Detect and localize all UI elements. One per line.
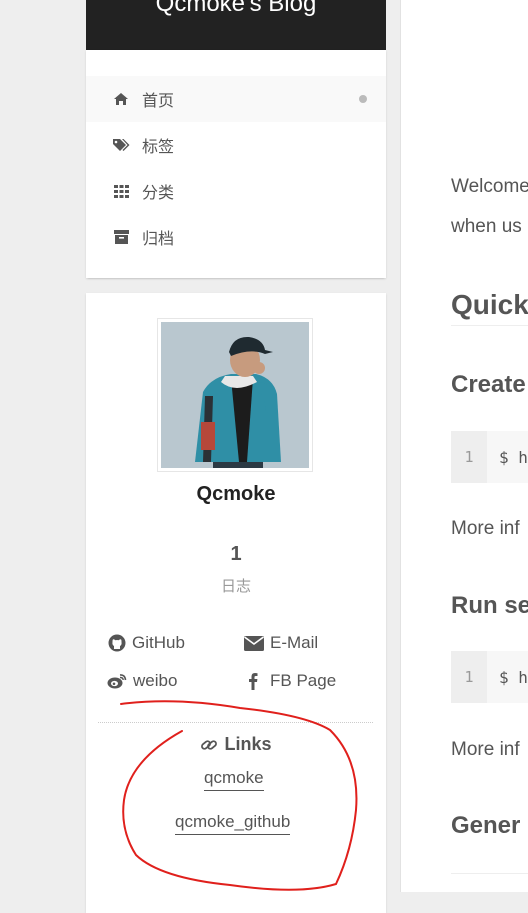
menu-item-tags[interactable]: 标签 [86, 122, 386, 168]
blogroll-link-qcmoke[interactable]: qcmoke [204, 768, 264, 791]
line-number: 1 [451, 651, 487, 703]
sidebar-overview: Qcmoke 1 日志 GitHub E-Mail weibo FB Page … [86, 293, 386, 913]
author-name: Qcmoke [196, 483, 276, 505]
facebook-icon [248, 672, 258, 690]
heading-quick-start: Quick [451, 289, 528, 320]
more-info-text[interactable]: More inf [451, 739, 520, 761]
tags-icon [112, 138, 130, 152]
social-link-email[interactable]: E-Mail [244, 633, 318, 654]
home-icon [112, 92, 130, 106]
social-link-weibo[interactable]: weibo [107, 671, 177, 692]
envelope-icon [244, 635, 264, 651]
code-block-run: 1 $ h [451, 651, 528, 703]
menu-item-archives[interactable]: 归档 [86, 214, 386, 260]
heading-run-server: Run se [451, 592, 528, 619]
blogroll-link-qcmoke-github[interactable]: qcmoke_github [175, 812, 291, 835]
archive-icon [112, 230, 130, 244]
intro-text-line2: when us [451, 216, 522, 237]
menu-label: 标签 [142, 139, 175, 156]
github-icon [108, 634, 126, 652]
posts-label[interactable]: 日志 [86, 575, 386, 596]
site-brand[interactable]: Qcmoke's Blog [86, 0, 386, 50]
main-content: Welcome when us Quick Create 1 $ h More … [400, 0, 528, 892]
th-icon [112, 184, 130, 198]
social-link-facebook[interactable]: FB Page [248, 671, 336, 692]
menu-label: 分类 [142, 185, 175, 202]
social-label: E-Mail [270, 633, 319, 652]
menu-item-home[interactable]: 首页 [86, 76, 386, 122]
active-indicator [359, 95, 367, 103]
posts-count[interactable]: 1 [86, 543, 386, 566]
social-link-github[interactable]: GitHub [108, 633, 185, 654]
menu-label: 归档 [142, 231, 175, 248]
avatar [157, 318, 313, 472]
weibo-icon [107, 673, 127, 689]
more-info-text[interactable]: More inf [451, 518, 520, 540]
heading-rule [451, 873, 528, 874]
code-block-create: 1 $ h [451, 431, 528, 483]
heading-create-post: Create [451, 371, 526, 398]
site-menu: 首页 标签 分类 归档 [86, 50, 386, 278]
social-label: weibo [133, 671, 178, 690]
heading-rule [451, 325, 528, 326]
heading-generate: Gener [451, 812, 521, 839]
code-text: $ h [499, 667, 528, 687]
site-title[interactable]: Qcmoke's Blog [156, 0, 317, 17]
links-divider [98, 722, 373, 723]
line-number: 1 [451, 431, 487, 483]
links-title-text: Links [224, 734, 272, 754]
code-text: $ h [499, 447, 528, 467]
social-label: FB Page [270, 671, 337, 690]
intro-text: Welcome [451, 176, 528, 197]
menu-item-categories[interactable]: 分类 [86, 168, 386, 214]
social-label: GitHub [132, 633, 185, 652]
menu-label: 首页 [142, 93, 175, 110]
links-block-title: Links [86, 734, 386, 755]
link-icon [200, 737, 218, 753]
